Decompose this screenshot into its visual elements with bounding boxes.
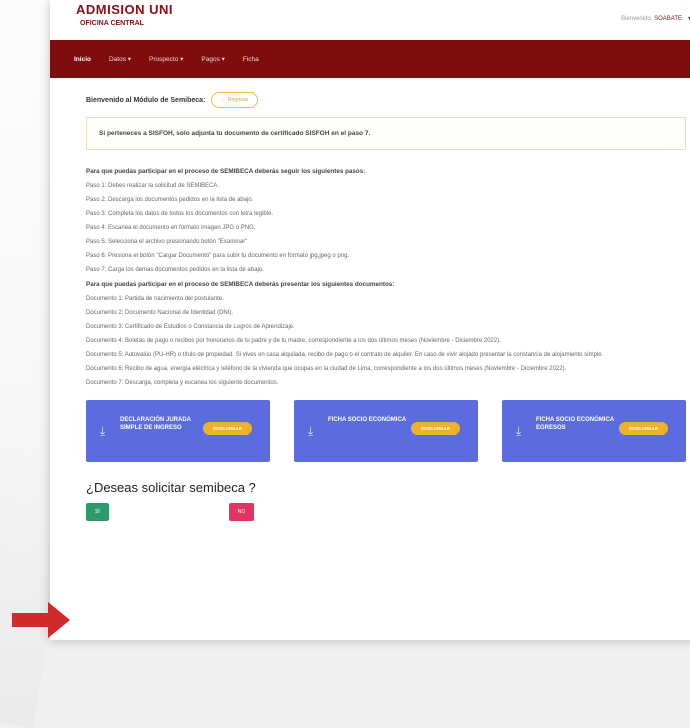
document-item: Documento 5: Autovalúo (PU-HR) o título … xyxy=(86,352,604,358)
answer-buttons: SÍ NO xyxy=(86,503,686,521)
browser-window: ADMISION UNI OFICINA CENTRAL Bienvenido,… xyxy=(50,0,690,640)
nav-pagos[interactable]: Pagos ▾ xyxy=(201,55,225,63)
step-item: Paso 3: Completa los datos de todos los … xyxy=(86,211,274,217)
brand-subtitle: OFICINA CENTRAL xyxy=(80,20,144,27)
username[interactable]: SOABATE xyxy=(654,16,682,22)
module-title: Bienvenido al Módulo de Semibeca: xyxy=(86,96,206,104)
main-nav: Inicio Datos ▾ Prospecto ▾ Pagos ▾ Ficha xyxy=(50,40,690,78)
nav-ficha[interactable]: Ficha xyxy=(243,56,259,63)
download-button[interactable]: DESCARGAR xyxy=(410,422,460,435)
welcome-prefix: Bienvenido, xyxy=(621,16,655,22)
download-card-ficha: ⤓ FICHA SOCIO ECONÓMICA DESCARGAR xyxy=(294,400,478,462)
card-label: DECLARACIÓN JURADA SIMPLE DE INGRESO xyxy=(120,417,191,431)
document-item: Documento 2: Documento Nacional de Ident… xyxy=(86,310,234,316)
step-item: Paso 1: Debes realizar la solicitud de S… xyxy=(86,183,220,189)
download-card-egresos: ⤓ FICHA SOCIO ECONÓMICA EGRESOS DESCARGA… xyxy=(502,400,686,462)
steps-title: Para que puedas participar en el proceso… xyxy=(86,168,366,175)
main-content: Bienvenido al Módulo de Semibeca: ← Regr… xyxy=(50,78,690,521)
module-header: Bienvenido al Módulo de Semibeca: ← Regr… xyxy=(86,92,686,108)
download-button[interactable]: DESCARGAR xyxy=(618,422,668,435)
card-label: FICHA SOCIO ECONÓMICA EGRESOS xyxy=(536,417,614,431)
document-item: Documento 4: Boletas de pago o recibos p… xyxy=(86,338,501,344)
download-icon: ⤓ xyxy=(308,424,314,438)
documents-title: Para que puedas participar en el proceso… xyxy=(86,281,395,288)
welcome-user: Bienvenido, SOABATE xyxy=(621,16,682,22)
no-button[interactable]: NO xyxy=(228,503,255,521)
download-card-declaracion: ⤓ DECLARACIÓN JURADA SIMPLE DE INGRESO D… xyxy=(86,400,270,462)
yes-button[interactable]: SÍ xyxy=(86,503,109,521)
brand-title: ADMISION UNI xyxy=(76,2,173,17)
nav-prospecto[interactable]: Prospecto ▾ xyxy=(149,55,183,63)
back-button[interactable]: ← Regresar xyxy=(211,92,259,108)
document-item: Documento 1: Partida de nacimiento del p… xyxy=(86,296,224,302)
semibeca-question: ¿Deseas solicitar semibeca ? xyxy=(86,480,256,495)
step-item: Paso 4: Escanea el documento en formato … xyxy=(86,225,256,231)
arrow-right-icon xyxy=(12,602,70,638)
download-icon: ⤓ xyxy=(516,424,522,438)
nav-inicio[interactable]: Inicio xyxy=(74,56,91,63)
step-item: Paso 7: Carga los demas documentos pedid… xyxy=(86,267,264,273)
card-label: FICHA SOCIO ECONÓMICA xyxy=(328,417,407,423)
step-item: Paso 2: Descarga los documentos pedidos … xyxy=(86,197,254,203)
top-bar: ADMISION UNI OFICINA CENTRAL Bienvenido,… xyxy=(50,0,690,40)
download-button[interactable]: DESCARGAR xyxy=(202,422,252,435)
nav-datos[interactable]: Datos ▾ xyxy=(109,55,131,63)
download-cards: ⤓ DECLARACIÓN JURADA SIMPLE DE INGRESO D… xyxy=(86,400,686,462)
document-item: Documento 7: Descarga, completa y escane… xyxy=(86,380,279,386)
step-item: Paso 5: Selecciona el archivo presionand… xyxy=(86,239,248,245)
document-item: Documento 6: Recibo de agua, energía elé… xyxy=(86,366,567,372)
download-icon: ⤓ xyxy=(100,424,106,438)
step-item: Paso 6: Presiona el botón "Cargar Docume… xyxy=(86,253,350,259)
document-item: Documento 3: Certificado de Estudios o C… xyxy=(86,324,295,330)
sisfoh-notice: Si perteneces a SISFOH, solo adjunta tu … xyxy=(86,117,686,150)
